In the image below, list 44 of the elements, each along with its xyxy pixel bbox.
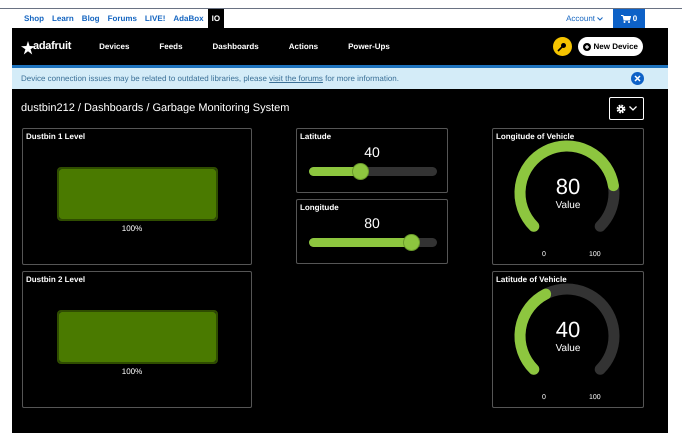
gauge-value: 40 [554, 319, 582, 341]
slider-value: 80 [364, 214, 380, 233]
cart-button[interactable]: 0 [613, 9, 645, 28]
breadcrumb: dustbin212 / Dashboards / Garbage Monitoring System [21, 101, 290, 116]
top-link[interactable]: Shop [20, 12, 48, 24]
widget-title: Longitude of Vehicle [496, 131, 574, 143]
top-link[interactable]: Learn [48, 12, 78, 24]
widget-title: Latitude [299, 131, 332, 143]
close-icon[interactable] [631, 72, 644, 85]
top-link[interactable]: Forums [104, 12, 141, 24]
nav-link[interactable]: Power-Ups [348, 40, 390, 52]
notice-message: Device connection issues may be related to outdated libraries, please visit the forums for more information. [21, 72, 399, 84]
widget-title: Longitude [299, 202, 340, 214]
forums-link[interactable]: visit the forums [269, 74, 323, 82]
new-device-button[interactable]: New Device [578, 37, 643, 56]
slider-thumb[interactable] [352, 163, 370, 180]
settings-dropdown[interactable] [609, 97, 644, 120]
plus-icon [582, 42, 591, 50]
top-link[interactable]: LIVE! [140, 12, 170, 24]
slider-thumb[interactable] [403, 234, 420, 251]
caret-icon [629, 106, 637, 111]
top-link[interactable]: Blog [78, 12, 104, 24]
level-reading: 100% [122, 223, 142, 235]
key-button[interactable] [552, 37, 572, 56]
account-link[interactable]: Account [566, 12, 603, 24]
nav-link[interactable]: Dashboards [212, 40, 259, 52]
nav-link[interactable]: Devices [99, 40, 130, 52]
cart-icon [620, 14, 631, 22]
widget-title: Dustbin 1 Level [25, 131, 86, 143]
top-link[interactable]: AdaBox [169, 12, 208, 24]
nav-link[interactable]: Actions [288, 40, 318, 52]
widget-title: Latitude of Vehicle [496, 274, 567, 286]
widget-title: Dustbin 2 Level [25, 274, 86, 286]
level-reading: 100% [122, 366, 142, 378]
caret-icon [597, 16, 603, 20]
adafruit-logo[interactable]: adafruit [21, 38, 72, 55]
gauge-unit: Value [554, 201, 582, 211]
gauge-value: 80 [554, 176, 582, 198]
slider-value: 40 [364, 143, 380, 162]
top-link[interactable]: IO [208, 9, 224, 28]
gauge-unit: Value [554, 344, 582, 354]
settings-icon [616, 104, 626, 114]
nav-link[interactable]: Feeds [159, 40, 183, 52]
key-icon [557, 42, 568, 52]
